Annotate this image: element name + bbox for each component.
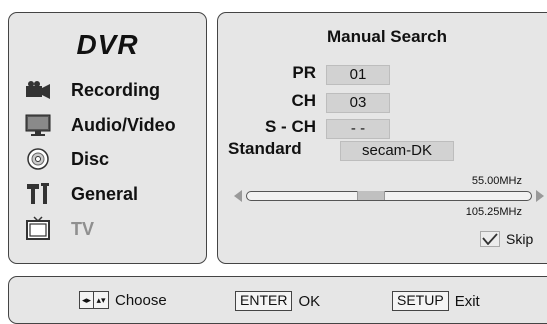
monitor-icon — [23, 113, 53, 137]
menu-item-label: TV — [71, 218, 95, 239]
menu-title: DVR — [76, 29, 139, 60]
menu-item-label: Recording — [71, 79, 161, 100]
arrow-left-icon[interactable] — [234, 190, 242, 202]
enter-hint: ENTER OK — [235, 291, 320, 311]
ch-label: CH — [291, 91, 316, 110]
choose-label: Choose — [115, 291, 167, 309]
tv-icon — [23, 216, 53, 241]
menu-item-label: General — [71, 183, 139, 204]
standard-field[interactable]: secam-DK — [340, 141, 454, 161]
disc-icon — [23, 147, 53, 171]
menu-item-recording[interactable]: Recording — [23, 75, 160, 105]
standard-label: Standard — [228, 139, 302, 158]
frequency-top: 55.00MHz — [471, 175, 522, 187]
setup-key: SETUP — [392, 291, 449, 311]
menu-item-label: Disc — [71, 148, 110, 169]
sch-field[interactable]: - - — [326, 119, 390, 139]
setup-label: Exit — [454, 292, 480, 310]
checkmark-icon — [480, 231, 500, 247]
setup-hint: SETUP Exit — [392, 291, 480, 311]
pr-field[interactable]: 01 — [326, 65, 390, 85]
pr-label: PR — [292, 63, 316, 82]
choose-hint: ◂▸ ▴▾ Choose — [79, 291, 167, 309]
navigation-keys-icon: ◂▸ ▴▾ — [79, 291, 109, 309]
skip-checkbox[interactable]: Skip — [480, 231, 533, 247]
menu-item-tv[interactable]: TV — [23, 214, 94, 244]
sch-label: S - CH — [265, 117, 316, 136]
tools-icon — [23, 182, 53, 206]
frequency-bottom: 105.25MHz — [465, 206, 522, 218]
arrow-right-icon[interactable] — [536, 190, 544, 202]
menu-item-audio-video[interactable]: Audio/Video — [23, 110, 176, 140]
skip-label: Skip — [506, 231, 534, 247]
ch-field[interactable]: 03 — [326, 93, 390, 113]
menu-item-disc[interactable]: Disc — [23, 144, 109, 174]
slider-thumb[interactable] — [357, 191, 385, 200]
enter-key: ENTER — [235, 291, 293, 311]
enter-label: OK — [298, 292, 321, 310]
left-right-arrows-icon: ◂▸ — [79, 291, 94, 309]
manual-search-panel: Manual Search PR 01 CH 03 S - CH - - Sta… — [217, 12, 547, 264]
up-down-arrows-icon: ▴▾ — [94, 291, 109, 309]
dvr-menu-panel: DVR Recording Audio/Video Disc General T… — [8, 12, 207, 264]
menu-item-label: Audio/Video — [71, 114, 176, 135]
camcorder-icon — [23, 78, 53, 102]
manual-search-title: Manual Search — [327, 27, 447, 46]
frequency-slider[interactable] — [246, 191, 532, 201]
key-hint-bar: ◂▸ ▴▾ Choose ENTER OK SETUP Exit — [8, 276, 547, 324]
menu-item-general[interactable]: General — [23, 179, 138, 209]
